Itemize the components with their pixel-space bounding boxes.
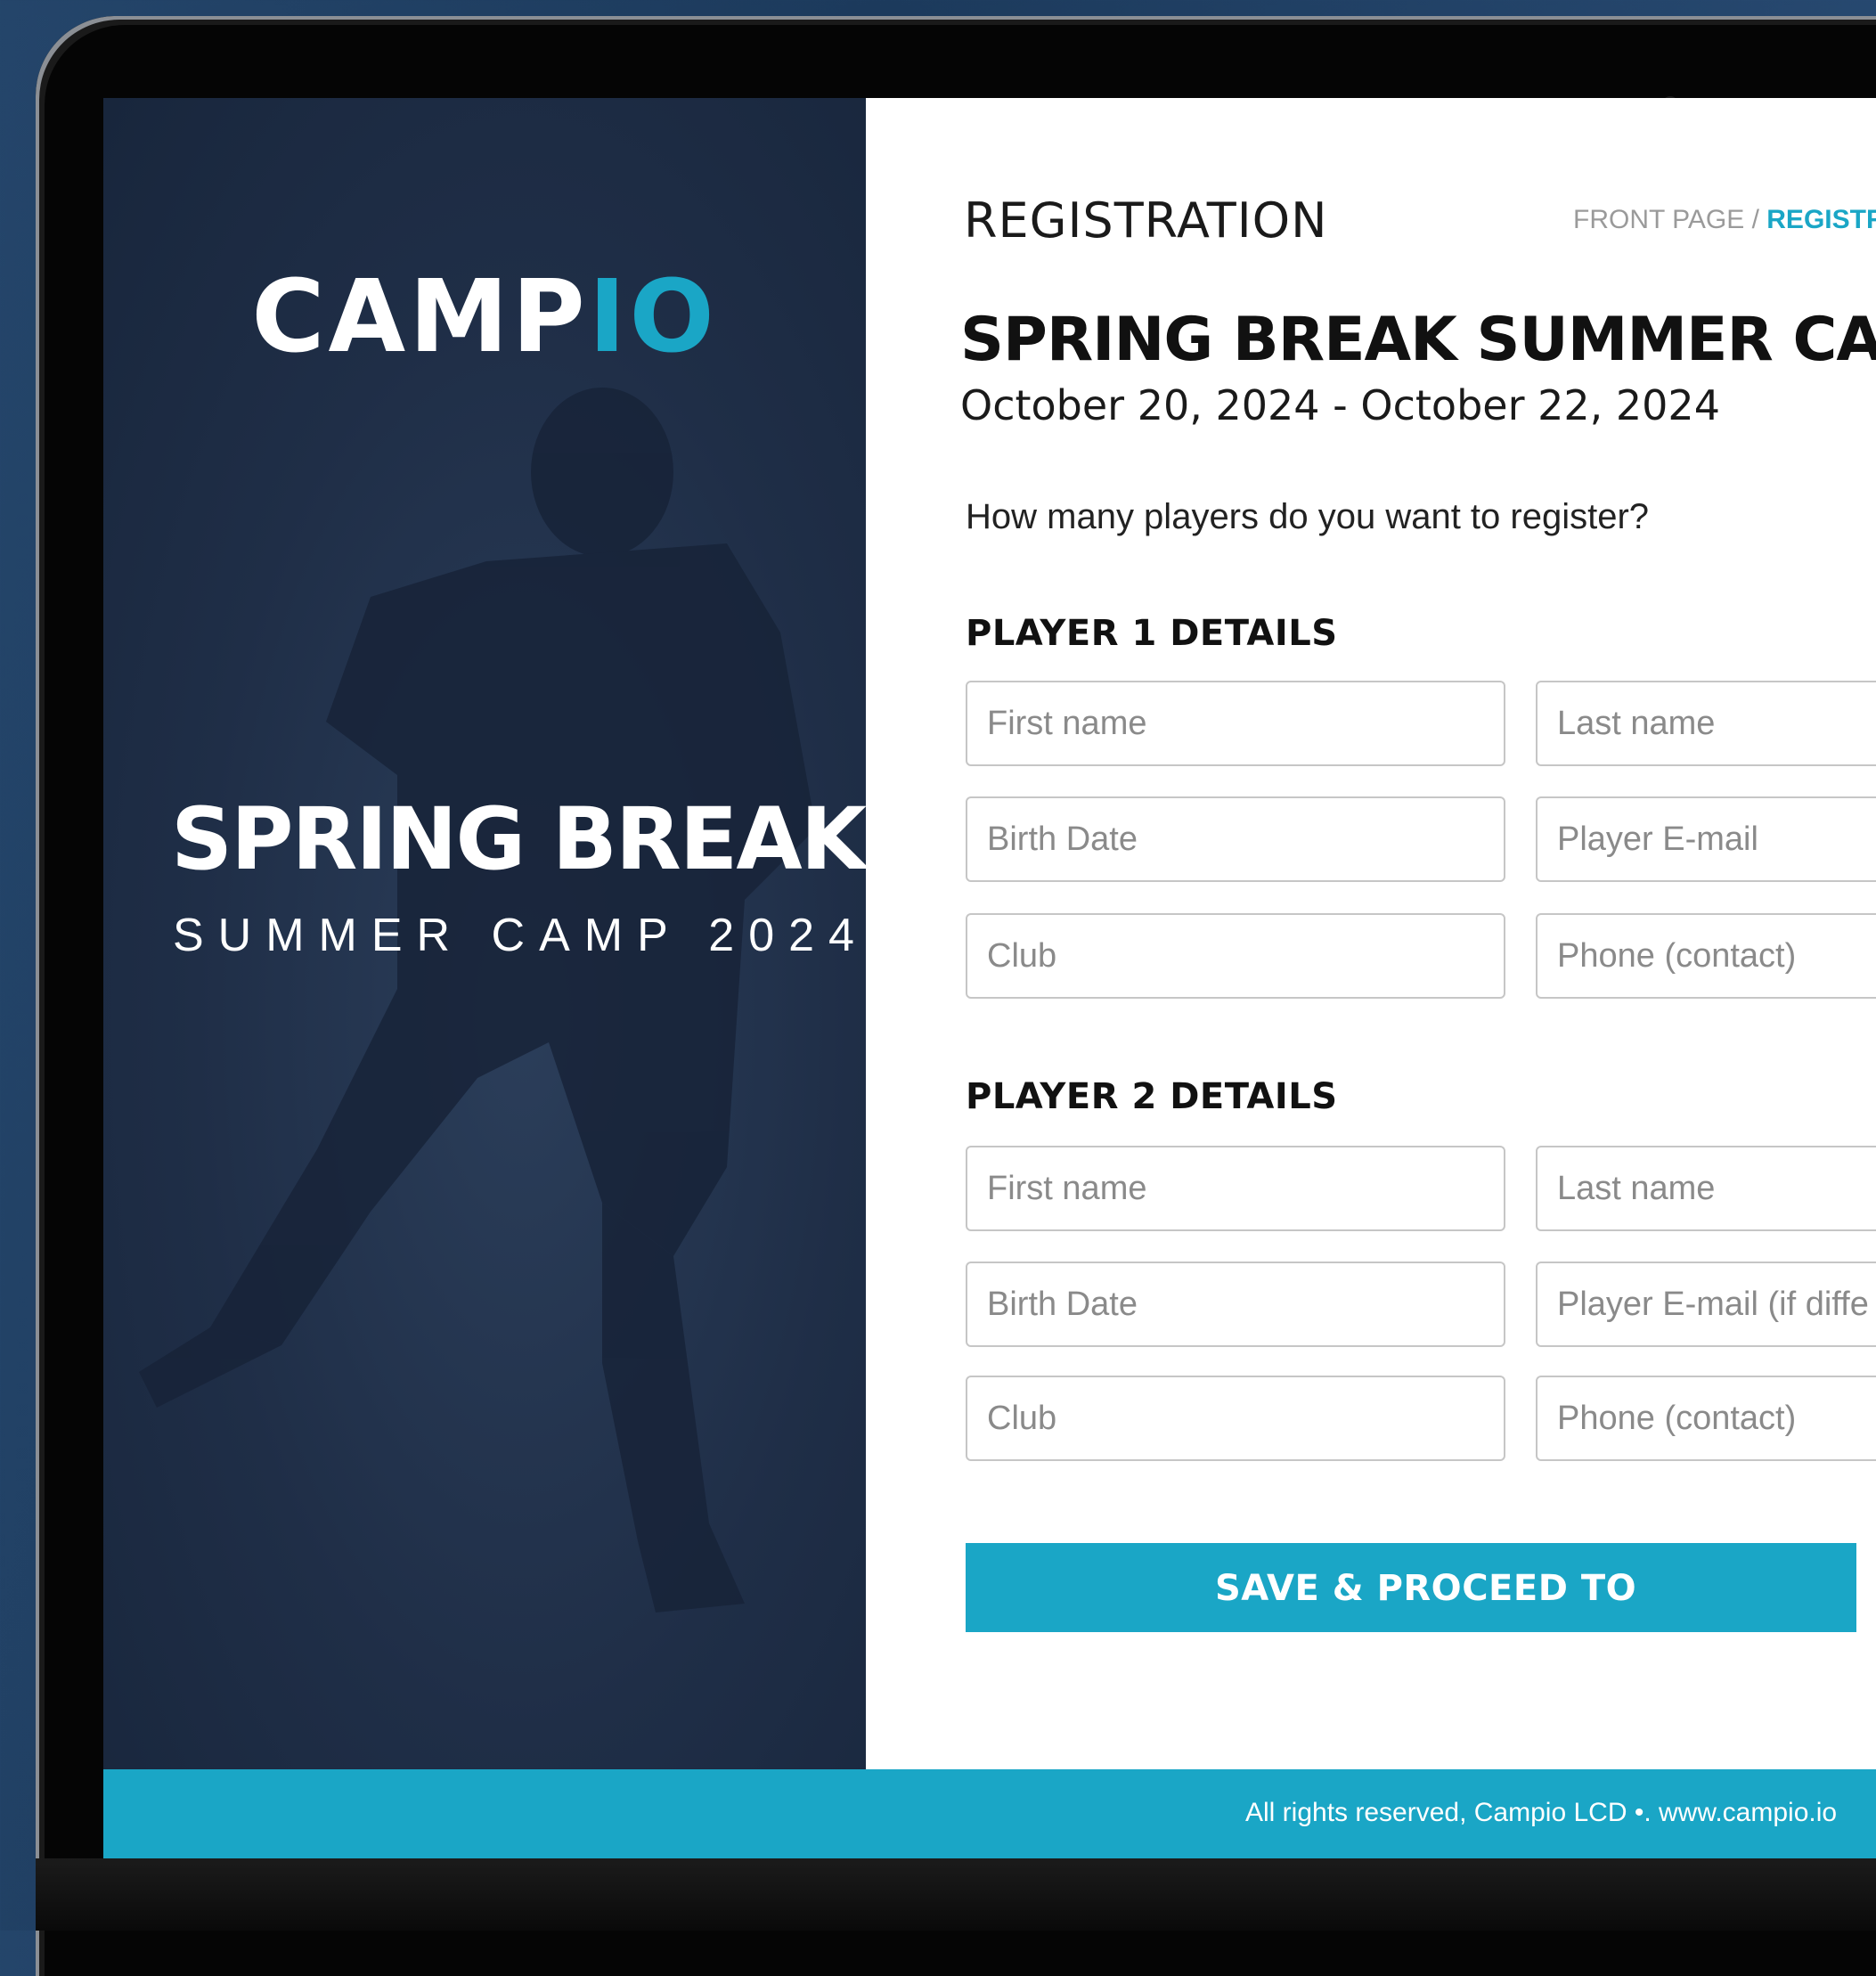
hero-title: SPRING BREAK	[171, 789, 866, 889]
hero-subtitle: SUMMER CAMP 2024	[173, 910, 866, 961]
breadcrumb-separator: /	[1744, 205, 1767, 234]
player-1-birth-date-field[interactable]: Birth Date	[966, 796, 1505, 882]
player-1-club-field[interactable]: Club	[966, 913, 1505, 999]
hero-panel: CAMPIO SPRING BREAK SUMMER CAMP 2024	[103, 98, 866, 1769]
player-1-section-title: PLAYER 1 DETAILS	[966, 613, 1338, 654]
breadcrumb-current: REGISTRA	[1766, 205, 1876, 234]
player-2-birth-date-field[interactable]: Birth Date	[966, 1262, 1505, 1347]
player-1-phone-field[interactable]: Phone (contact)	[1536, 913, 1876, 999]
player-2-last-name-field[interactable]: Last name	[1536, 1146, 1876, 1231]
footer-copyright: All rights reserved, Campio LCD •. www.c…	[1245, 1798, 1838, 1827]
breadcrumb-home-link[interactable]: FRONT PAGE	[1573, 205, 1744, 234]
footer-bar: All rights reserved, Campio LCD •. www.c…	[103, 1769, 1876, 1858]
laptop-bezel-bottom	[36, 1858, 1876, 1931]
campio-logo: CAMPIO	[251, 259, 718, 375]
player-2-email-field[interactable]: Player E-mail (if diffe	[1536, 1262, 1876, 1347]
player-count-question: How many players do you want to register…	[966, 497, 1650, 536]
player-2-club-field[interactable]: Club	[966, 1376, 1505, 1461]
camp-title: SPRING BREAK SUMMER CAMP	[960, 305, 1876, 375]
player-2-first-name-field[interactable]: First name	[966, 1146, 1505, 1231]
breadcrumb: FRONT PAGE / REGISTRA	[1573, 205, 1876, 235]
player-1-email-field[interactable]: Player E-mail	[1536, 796, 1876, 882]
player-2-section-title: PLAYER 2 DETAILS	[966, 1076, 1338, 1117]
app-screen: CAMPIO SPRING BREAK SUMMER CAMP 2024 REG…	[103, 98, 1876, 1858]
player-1-first-name-field[interactable]: First name	[966, 681, 1505, 766]
player-1-last-name-field[interactable]: Last name	[1536, 681, 1876, 766]
page-title: REGISTRATION	[964, 192, 1328, 249]
registration-form-panel: REGISTRATION FRONT PAGE / REGISTRA SPRIN…	[866, 98, 1876, 1769]
save-proceed-checkout-button[interactable]: SAVE & PROCEED TO CHECKOUT	[966, 1543, 1856, 1698]
camp-dates: October 20, 2024 - October 22, 2024	[960, 381, 1720, 429]
player-2-phone-field[interactable]: Phone (contact)	[1536, 1376, 1876, 1461]
